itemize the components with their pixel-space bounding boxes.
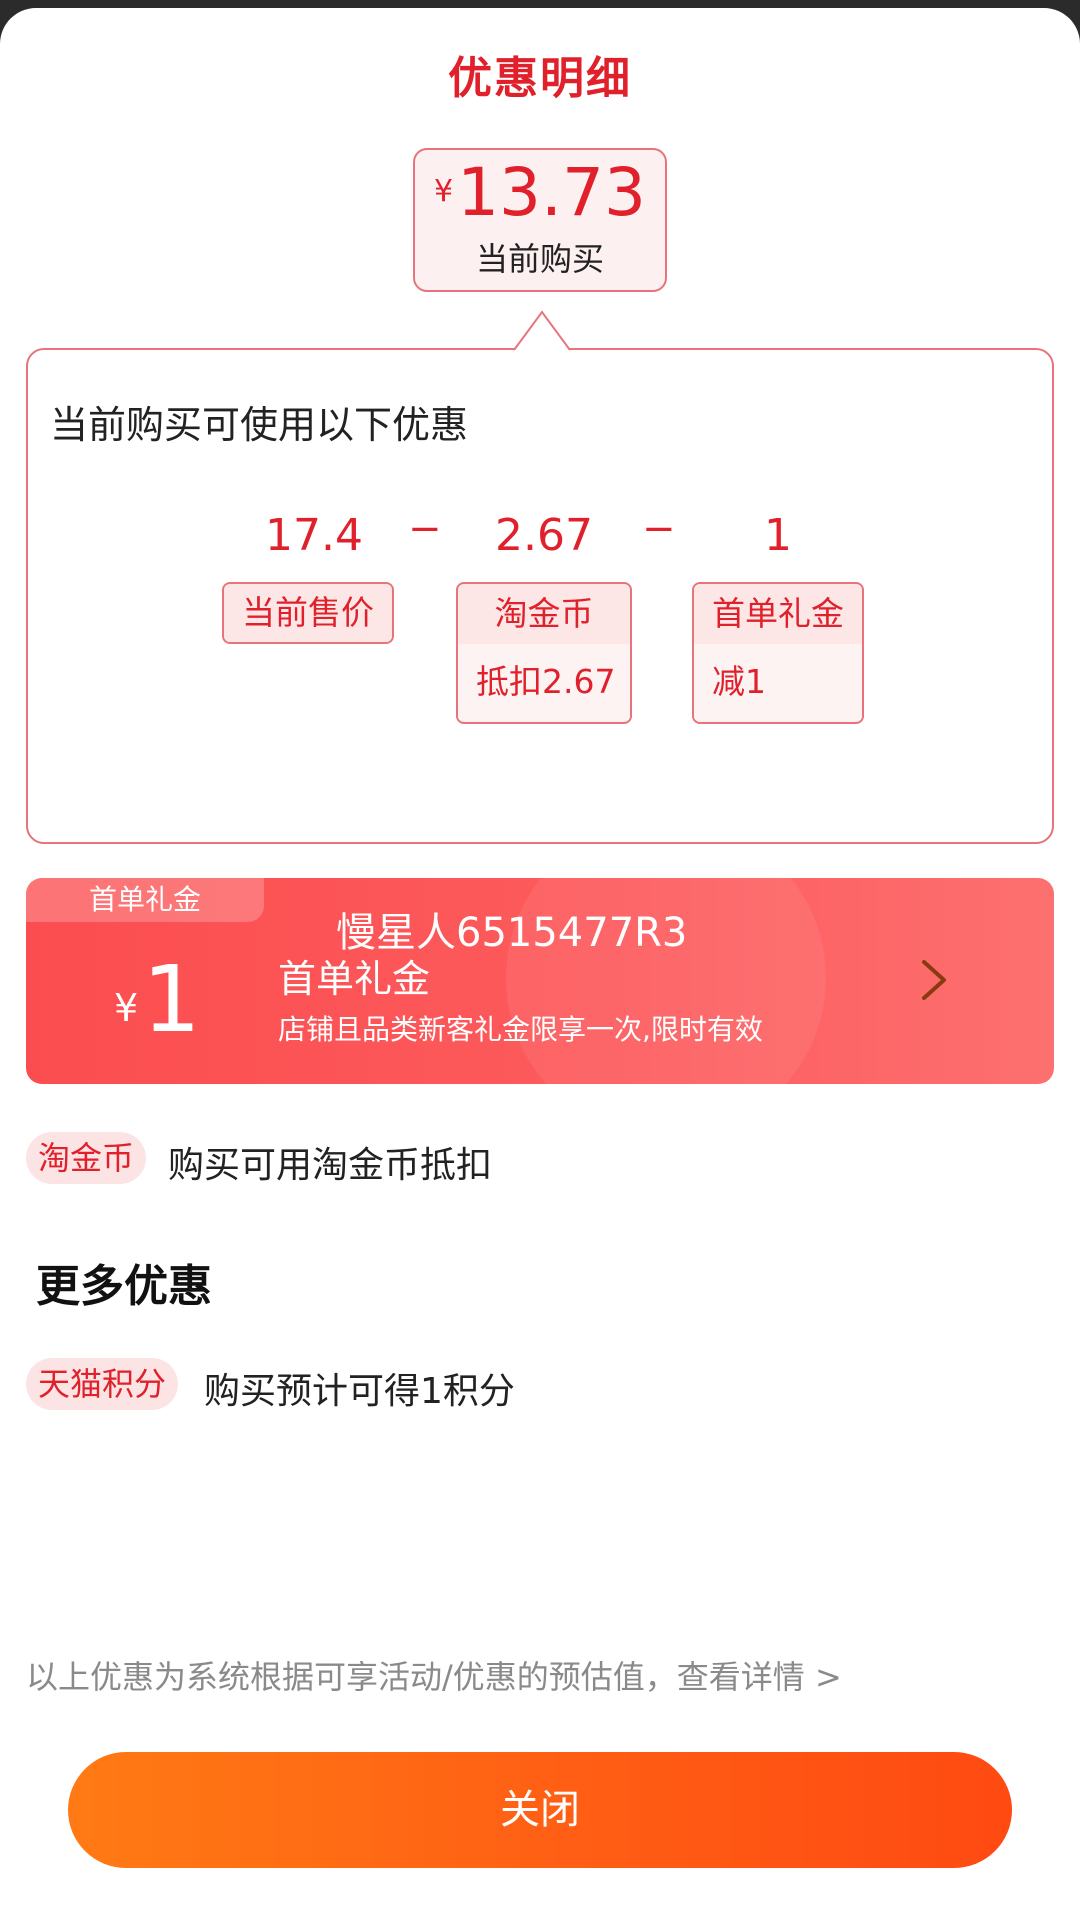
calc-value-sale-price: 17.4 [265,510,363,561]
minus-sign: − [408,506,442,552]
tag-first-order: 首单礼金 减1 [692,582,864,724]
tag-sale-price: 当前售价 [222,582,394,644]
taojinbi-badge: 淘金币 [26,1132,147,1184]
panel-heading: 当前购买可使用以下优惠 [50,403,469,447]
tmall-points-text: 购买预计可得1积分 [204,1371,515,1412]
tag-detail: 抵扣2.67 [458,644,630,720]
currency-symbol: ¥ [114,986,139,1030]
sheet-title: 优惠明细 [448,53,632,104]
current-price-box: ¥13.73 当前购买 [413,148,667,292]
current-price: ¥13.73 [415,160,665,226]
close-button[interactable]: 关闭 [68,1752,1012,1868]
tag-detail: 减1 [694,644,862,720]
currency-symbol: ¥ [433,174,454,209]
taojinbi-text: 购买可用淘金币抵扣 [168,1145,493,1186]
coupon-amount: ¥1 [114,954,201,1046]
price-amount: 13.73 [457,154,647,231]
tag-title: 当前售价 [224,584,392,642]
chevron-right-icon[interactable] [914,956,954,1004]
price-label: 当前购买 [475,240,604,278]
coupon-value: 1 [142,946,201,1053]
tmall-points-badge: 天猫积分 [26,1358,179,1410]
calc-value-first-order: 1 [764,510,792,561]
minus-sign: − [642,506,676,552]
coupon-name: 首单礼金 [278,957,431,1001]
tag-taojinbi: 淘金币 抵扣2.67 [456,582,632,724]
pointer-triangle-icon [514,310,570,352]
calc-value-taojinbi: 2.67 [495,510,593,561]
discount-breakdown-panel: 当前购买可使用以下优惠 17.4 − 2.67 − 1 当前售价 淘金币 抵扣2… [26,348,1054,844]
first-order-coupon-card[interactable]: 首单礼金 ¥1 慢星人6515477R3 首单礼金 店铺且品类新客礼金限享一次,… [26,878,1054,1084]
tag-title: 首单礼金 [694,584,862,644]
tag-title: 淘金币 [458,584,630,644]
estimate-footnote-link[interactable]: 以上优惠为系统根据可享活动/优惠的预估值，查看详情 > [26,1652,842,1698]
discount-detail-sheet: 优惠明细 ¥13.73 当前购买 当前购买可使用以下优惠 17.4 − 2.67… [0,8,1080,1929]
coupon-type-tab: 首单礼金 [26,878,264,922]
coupon-description: 店铺且品类新客礼金限享一次,限时有效 [278,1013,763,1046]
more-discounts-title: 更多优惠 [36,1261,212,1312]
